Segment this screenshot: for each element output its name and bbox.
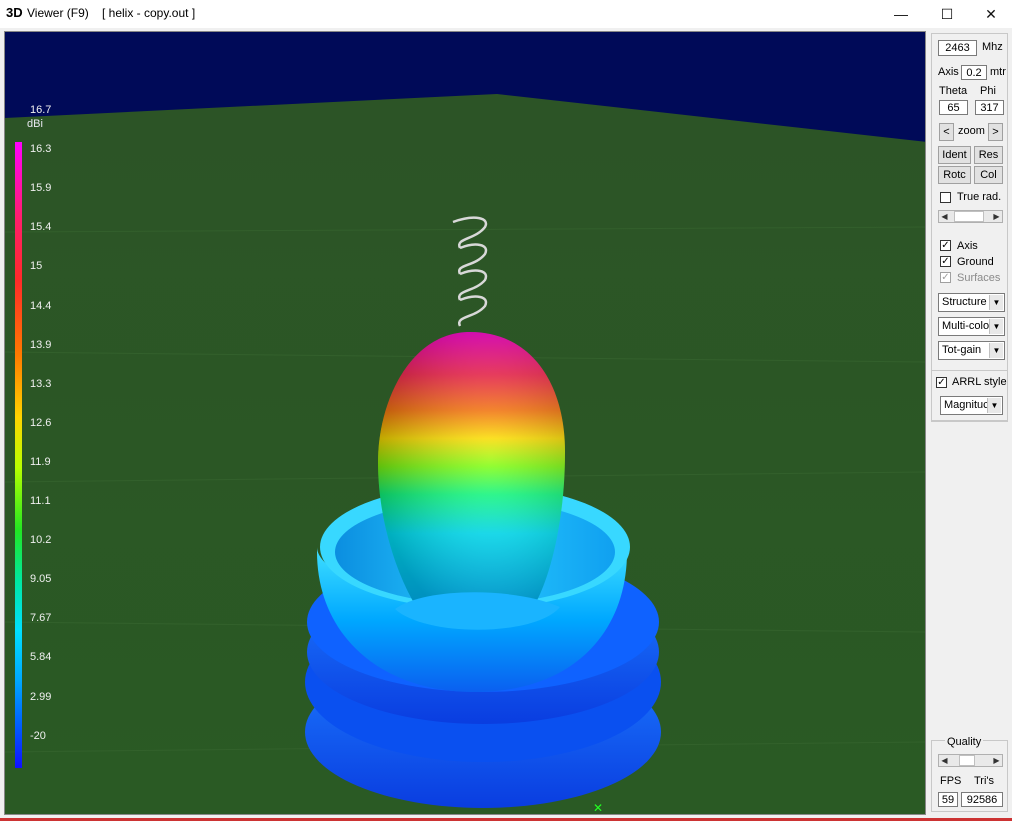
scale-tick-label: 12.6 [30, 416, 52, 429]
scale-tick-label: 15 [30, 260, 43, 273]
slider-right-arrow-icon[interactable]: ▶ [991, 211, 1002, 222]
ground-checkbox[interactable]: ✓ [940, 256, 951, 267]
surfaces-checkbox: ✓ [940, 272, 951, 283]
ident-button[interactable]: Ident [938, 146, 971, 164]
theta-field[interactable]: 65 [939, 100, 968, 115]
scale-tick-label: 11.1 [30, 495, 51, 507]
app-title: Viewer (F9) [27, 6, 89, 20]
scale-tick-label: 11.9 [30, 455, 51, 468]
scale-tick-label: 14.4 [30, 299, 52, 312]
res-button[interactable]: Res [974, 146, 1003, 164]
rotc-button[interactable]: Rotc [938, 166, 971, 184]
maximize-button[interactable]: ☐ [924, 0, 970, 28]
quality-label: Quality [945, 736, 984, 748]
scale-tick-label: 13.9 [30, 338, 52, 351]
true-rad-checkbox[interactable] [940, 192, 951, 203]
col-button[interactable]: Col [974, 166, 1003, 184]
axis-checkbox-label: Axis [957, 240, 978, 252]
theta-label: Theta [939, 85, 968, 97]
tris-label: Tri's [974, 775, 995, 787]
axis-size-unit: mtr [990, 66, 1006, 78]
scale-tick-label: 2.99 [30, 690, 52, 703]
chevron-down-icon: ▼ [989, 295, 1003, 310]
magnitude-select[interactable]: Magnituc ▼ [940, 396, 1003, 415]
slider-left-arrow-icon[interactable]: ◀ [939, 211, 950, 222]
true-rad-label: True rad. [957, 191, 1002, 203]
zoom-out-button[interactable]: < [939, 123, 954, 141]
control-panel: 2463 Mhz Axis 0.2 mtr Theta Phi 65 317 <… [931, 33, 1008, 421]
chevron-down-icon: ▼ [989, 319, 1003, 334]
tris-value: 92586 [961, 792, 1003, 807]
slider-left-arrow-icon[interactable]: ◀ [939, 755, 950, 766]
radius-slider[interactable]: ◀ ▶ [938, 210, 1003, 223]
scale-tick-label: 5.84 [30, 651, 52, 664]
slider-thumb[interactable] [954, 211, 984, 222]
phi-field[interactable]: 317 [975, 100, 1004, 115]
phi-label: Phi [980, 85, 996, 97]
axis-size-field[interactable]: 0.2 [961, 65, 987, 80]
axis-size-label: Axis [938, 66, 959, 78]
scale-tick-label: 15.9 [30, 182, 52, 195]
structure-select[interactable]: Structure ▼ [938, 293, 1005, 312]
minimize-icon: — [894, 6, 908, 22]
svg-text:✕: ✕ [593, 801, 603, 815]
scale-tick-label: 15.4 [30, 221, 52, 234]
file-title: [ helix - copy.out ] [102, 6, 196, 20]
frequency-unit: Mhz [982, 41, 1003, 53]
color-mode-select[interactable]: Multi-colo ▼ [938, 317, 1005, 336]
structure-select-value: Structure [942, 296, 987, 308]
quality-group: Quality ◀ ▶ FPS Tri's 59 92586 [931, 736, 1008, 812]
color-mode-select-value: Multi-colo [942, 320, 990, 332]
gain-type-select-value: Tot-gain [942, 344, 982, 356]
surfaces-checkbox-label: Surfaces [957, 272, 1001, 284]
scale-tick-label: 16.7 [30, 104, 52, 116]
chevron-down-icon: ▼ [989, 343, 1003, 358]
zoom-label: zoom [958, 125, 985, 137]
arrl-panel: ✓ ARRL style Magnituc ▼ [931, 370, 1008, 422]
gain-color-scale [15, 142, 22, 768]
close-button[interactable]: ✕ [968, 0, 1012, 28]
quality-slider-thumb[interactable] [959, 755, 975, 766]
gain-type-select[interactable]: Tot-gain ▼ [938, 341, 1005, 360]
scale-tick-label: 13.3 [30, 377, 52, 390]
scale-tick-label: 7.67 [30, 612, 52, 625]
quality-slider[interactable]: ◀ ▶ [938, 754, 1003, 767]
close-icon: ✕ [985, 5, 997, 22]
arrl-style-checkbox[interactable]: ✓ [936, 377, 947, 388]
maximize-icon: ☐ [940, 5, 954, 22]
frequency-field[interactable]: 2463 [938, 40, 977, 56]
ground-checkbox-label: Ground [957, 256, 994, 268]
scale-tick-label: 16.3 [30, 143, 52, 156]
fps-label: FPS [940, 775, 962, 787]
axis-checkbox[interactable]: ✓ [940, 240, 951, 251]
minimize-button[interactable]: — [878, 0, 924, 28]
magnitude-select-value: Magnituc [944, 399, 989, 411]
scale-tick-label: 9.05 [30, 573, 52, 586]
fps-value: 59 [938, 792, 958, 807]
arrl-style-label: ARRL style [952, 376, 1007, 388]
scale-unit-label: dBi [27, 118, 43, 130]
3d-viewport[interactable]: ✕ dBi 16.7 16.3 15.9 15.4 15 14.4 13.9 13.3 12.6… [4, 31, 926, 815]
title-bar: 3D Viewer (F9) [ helix - copy.out ] — ☐ … [0, 0, 1012, 28]
zoom-in-button[interactable]: > [988, 123, 1003, 141]
radiation-pattern-scene: ✕ [5, 32, 925, 815]
app-title-prefix: 3D [6, 5, 23, 20]
scale-tick-label: -20 [30, 729, 46, 742]
slider-right-arrow-icon[interactable]: ▶ [991, 755, 1002, 766]
scale-tick-label: 10.2 [30, 534, 52, 547]
chevron-down-icon: ▼ [987, 398, 1001, 413]
